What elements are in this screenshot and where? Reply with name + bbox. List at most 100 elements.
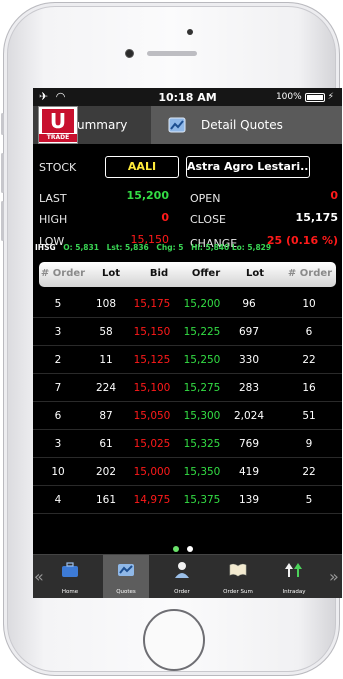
bid-lot-cell: 87 <box>99 410 113 422</box>
bid-orders-cell: 4 <box>54 494 62 506</box>
stock-code-input[interactable]: AALI <box>105 156 179 178</box>
bid-orders-cell: 3 <box>54 438 62 450</box>
bid-lot-cell: 58 <box>99 326 113 338</box>
offer-orders-cell: 6 <box>305 326 313 338</box>
offer-lot-cell: 769 <box>238 438 260 450</box>
ihsg-index-line: IHSG O: 5,831 Lst: 5,836 Chg: 5 Hi: 5,84… <box>35 243 340 252</box>
header-bid-lot: Lot <box>101 268 121 279</box>
charging-icon: ⚡ <box>327 92 334 102</box>
ihsg-high-low: Hi: 5,840 Lo: 5,829 <box>191 243 272 252</box>
open-label: OPEN <box>190 192 221 205</box>
front-camera <box>125 49 134 58</box>
nav-intraday-label: Intraday <box>282 589 306 595</box>
header-bid: Bid <box>149 268 169 279</box>
offer-orders-cell: 10 <box>302 298 316 310</box>
ihsg-last: Lst: 5,836 <box>106 243 149 252</box>
bid-price-cell: 15,175 <box>133 298 171 310</box>
bid-orders-cell: 3 <box>54 326 62 338</box>
offer-lot-cell: 697 <box>238 326 260 338</box>
mute-switch <box>1 113 4 135</box>
up-arrows-icon <box>285 563 302 577</box>
bid-orders-cell: 7 <box>54 382 62 394</box>
offer-lot-cell: 330 <box>238 354 260 366</box>
bid-price-cell: 15,100 <box>133 382 171 394</box>
offer-lot-cell: 419 <box>238 466 260 478</box>
offer-price-cell: 15,325 <box>183 438 221 450</box>
orderbook-row[interactable]: 5 108 15,175 15,200 96 10 <box>33 290 342 318</box>
close-value: 15,175 <box>295 211 338 224</box>
bid-lot-cell: 202 <box>95 466 117 478</box>
header-bid-orders: # Order <box>40 268 86 279</box>
offer-price-cell: 15,375 <box>183 494 221 506</box>
nav-order[interactable]: Order <box>159 555 205 598</box>
nav-quotes-label: Quotes <box>116 589 136 595</box>
page-dot[interactable] <box>187 546 193 552</box>
top-tab-bar: U TRADE ummary Detail Quotes <box>33 106 342 144</box>
last-value: 15,200 <box>126 189 169 202</box>
battery-percent: 100% <box>275 92 302 102</box>
nav-home[interactable]: Home <box>47 555 93 598</box>
orderbook-row[interactable]: 10 202 15,000 15,350 419 22 <box>33 458 342 486</box>
offer-orders-cell: 51 <box>302 410 316 422</box>
bid-orders-cell: 2 <box>54 354 62 366</box>
offer-price-cell: 15,200 <box>183 298 221 310</box>
offer-price-cell: 15,225 <box>183 326 221 338</box>
orderbook-row[interactable]: 3 58 15,150 15,225 697 6 <box>33 318 342 346</box>
volume-up-button <box>1 153 4 193</box>
orderbook-row[interactable]: 3 61 15,025 15,325 769 9 <box>33 430 342 458</box>
offer-price-cell: 15,250 <box>183 354 221 366</box>
bid-orders-cell: 6 <box>54 410 62 422</box>
tab-detail-quotes[interactable]: Detail Quotes <box>151 106 342 144</box>
orderbook-row[interactable]: 2 11 15,125 15,250 330 22 <box>33 346 342 374</box>
high-value: 0 <box>161 211 169 224</box>
offer-price-cell: 15,350 <box>183 466 221 478</box>
home-button[interactable] <box>143 609 205 671</box>
bid-orders-cell: 10 <box>51 466 65 478</box>
battery-fill <box>306 94 323 100</box>
logo-letter: U <box>42 109 74 133</box>
ihsg-label: IHSG <box>35 243 56 252</box>
header-offer-orders: # Order <box>287 268 333 279</box>
header-offer-lot: Lot <box>245 268 265 279</box>
earpiece-speaker <box>147 51 197 56</box>
bid-price-cell: 15,025 <box>133 438 171 450</box>
utrade-logo: U TRADE <box>38 106 78 144</box>
nav-order-sum[interactable]: Order Sum <box>215 555 261 598</box>
orderbook-row[interactable]: 7 224 15,100 15,275 283 16 <box>33 374 342 402</box>
bid-lot-cell: 161 <box>95 494 117 506</box>
offer-orders-cell: 9 <box>305 438 313 450</box>
offer-orders-cell: 22 <box>302 466 316 478</box>
nav-right-arrow[interactable]: » <box>329 567 339 586</box>
battery-icon <box>304 92 325 102</box>
page-dot-active[interactable] <box>173 546 179 552</box>
open-book-icon <box>229 563 247 577</box>
offer-lot-cell: 2,024 <box>233 410 265 422</box>
offer-lot-cell: 96 <box>242 298 256 310</box>
orderbook-row[interactable]: 4 161 14,975 15,375 139 5 <box>33 486 342 514</box>
nav-quotes[interactable]: Quotes <box>103 555 149 598</box>
nav-left-arrow[interactable]: « <box>34 567 44 586</box>
bid-lot-cell: 224 <box>95 382 117 394</box>
bottom-nav: « Home Quotes Order Order Sum Intraday » <box>33 554 342 598</box>
bid-orders-cell: 5 <box>54 298 62 310</box>
offer-lot-cell: 139 <box>238 494 260 506</box>
ihsg-open: O: 5,831 <box>63 243 99 252</box>
last-label: LAST <box>39 192 67 205</box>
camera-dot <box>187 29 193 35</box>
logo-text: TRADE <box>39 134 77 142</box>
offer-orders-cell: 22 <box>302 354 316 366</box>
tab-summary[interactable]: ummary <box>77 106 147 144</box>
stock-name-field[interactable]: Astra Agro Lestari... <box>186 156 310 178</box>
battery-indicator: 100% ⚡ <box>276 92 334 102</box>
tab-detail-label: Detail Quotes <box>201 118 283 132</box>
offer-price-cell: 15,300 <box>183 410 221 422</box>
orderbook-row[interactable]: 6 87 15,050 15,300 2,024 51 <box>33 402 342 430</box>
nav-order-label: Order <box>174 589 190 595</box>
volume-down-button <box>1 201 4 241</box>
status-bar: ✈ ◠ 10:18 AM 100% ⚡ <box>33 88 342 106</box>
bid-price-cell: 15,050 <box>133 410 171 422</box>
offer-price-cell: 15,275 <box>183 382 221 394</box>
person-desk-icon <box>175 562 189 578</box>
high-label: HIGH <box>39 213 68 226</box>
nav-intraday[interactable]: Intraday <box>271 555 317 598</box>
